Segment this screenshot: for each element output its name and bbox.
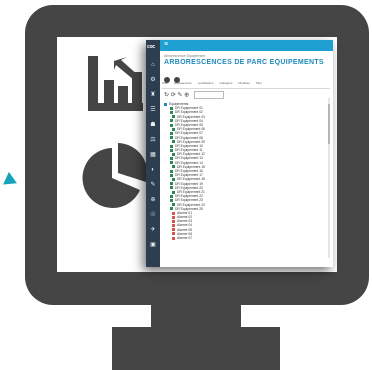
tab[interactable]: Catégorie xyxy=(220,81,233,85)
tree-node-icon xyxy=(172,224,175,228)
sidebar-icon[interactable]: ✎ xyxy=(149,182,157,188)
tree-node-icon xyxy=(170,198,173,202)
tree-node-icon xyxy=(172,215,175,219)
sidebar-icon[interactable]: ⚙ xyxy=(149,77,157,83)
sidebar-icon[interactable]: ▣ xyxy=(149,242,157,248)
app-sidebar: coc ⌂ ⚙ ♜ ☰ ☗ ⚖ ▦ ◐ ✎ ⊕ ☉ ✈ ▣ xyxy=(146,40,160,267)
illustration: coc ⌂ ⚙ ♜ ☰ ☗ ⚖ ▦ ◐ ✎ ⊕ ☉ ✈ ▣ ≡ Arborescence Equipem… xyxy=(0,0,372,370)
tree-node-icon xyxy=(170,136,173,140)
tree-node-icon xyxy=(172,152,175,156)
tree-node-icon xyxy=(170,119,173,123)
tree-node-icon xyxy=(172,165,175,169)
tree-node-icon xyxy=(170,182,173,186)
tree-node-icon xyxy=(172,219,175,223)
sidebar-icon[interactable]: ⊕ xyxy=(149,197,157,203)
sidebar-icon[interactable]: ♜ xyxy=(149,92,157,98)
tree-node-icon xyxy=(172,115,175,119)
tree-node-icon xyxy=(170,186,173,190)
tree-node-icon xyxy=(172,228,175,232)
tree-toolbar: ↻ ⟳ ✎ ⊕ xyxy=(164,91,224,99)
scrollbar-thumb[interactable] xyxy=(328,104,330,144)
sidebar-icon[interactable]: ☗ xyxy=(149,122,157,128)
page-title: ARBORESCENCES DE PARC EQUIPEMENTS xyxy=(164,59,324,66)
toolbar-icons[interactable]: ↻ ⟳ ✎ ⊕ xyxy=(164,93,189,99)
sidebar-icon[interactable]: ✈ xyxy=(149,227,157,233)
tree-node-icon xyxy=(172,178,175,181)
tree-node-icon xyxy=(172,211,175,215)
tree-node-icon xyxy=(172,140,175,144)
tree-node-icon xyxy=(172,232,175,236)
tab[interactable]: Modèles xyxy=(239,81,250,85)
tab[interactable]: Parc xyxy=(162,81,168,85)
tree-node-icon xyxy=(170,148,173,152)
tree-row-label: Alarme 07 xyxy=(177,236,193,240)
monitor-neck xyxy=(151,305,241,327)
breadcrumb: Arborescence Equipement xyxy=(164,54,206,58)
tree-node-icon xyxy=(170,194,173,198)
sidebar-icon[interactable]: ⚖ xyxy=(149,137,157,143)
app-screenshot: coc ⌂ ⚙ ♜ ☰ ☗ ⚖ ▦ ◐ ✎ ⊕ ☉ ✈ ▣ ≡ Arborescence Equipem… xyxy=(146,40,333,267)
tree-node-icon xyxy=(170,111,173,114)
app-logo: coc xyxy=(147,44,156,50)
tree-node-icon xyxy=(170,106,173,110)
tree-node-icon xyxy=(170,123,173,127)
tree-node-icon xyxy=(172,190,175,194)
tab[interactable]: Localisation xyxy=(198,81,214,85)
tab[interactable]: Equipements xyxy=(174,81,192,85)
tree-node-icon xyxy=(170,131,173,135)
tree-node-icon xyxy=(172,236,175,240)
tab-bar: Parc Equipements Localisation Catégorie Modè… xyxy=(162,81,330,89)
sidebar-icon[interactable]: ▦ xyxy=(149,152,157,158)
tab[interactable]: Plus xyxy=(256,81,262,85)
tree-node-icon xyxy=(170,161,173,165)
tree-node-icon xyxy=(170,173,173,177)
sidebar-icon[interactable]: ◐ xyxy=(149,167,157,173)
tree-node-icon xyxy=(170,207,173,211)
tree-node-icon xyxy=(164,102,167,106)
sidebar-icon[interactable]: ⌂ xyxy=(149,62,157,68)
app-header: ≡ xyxy=(160,40,333,51)
scrollbar[interactable] xyxy=(328,98,330,258)
sidebar-icon[interactable]: ☰ xyxy=(149,107,157,113)
tree-node-icon xyxy=(170,144,173,148)
tree-row[interactable]: Alarme 07 xyxy=(164,236,324,240)
sidebar-icon[interactable]: ☉ xyxy=(149,212,157,218)
tree-node-icon xyxy=(170,169,173,173)
tree-node-icon xyxy=(172,127,175,131)
equipment-tree: Equipements DR Equipement 01 DR Equipement… xyxy=(164,102,324,240)
tree-node-icon xyxy=(172,203,175,207)
menu-icon[interactable]: ≡ xyxy=(164,41,168,49)
tree-node-icon xyxy=(170,157,173,161)
monitor-base xyxy=(112,327,280,370)
filter-select[interactable] xyxy=(193,91,224,99)
